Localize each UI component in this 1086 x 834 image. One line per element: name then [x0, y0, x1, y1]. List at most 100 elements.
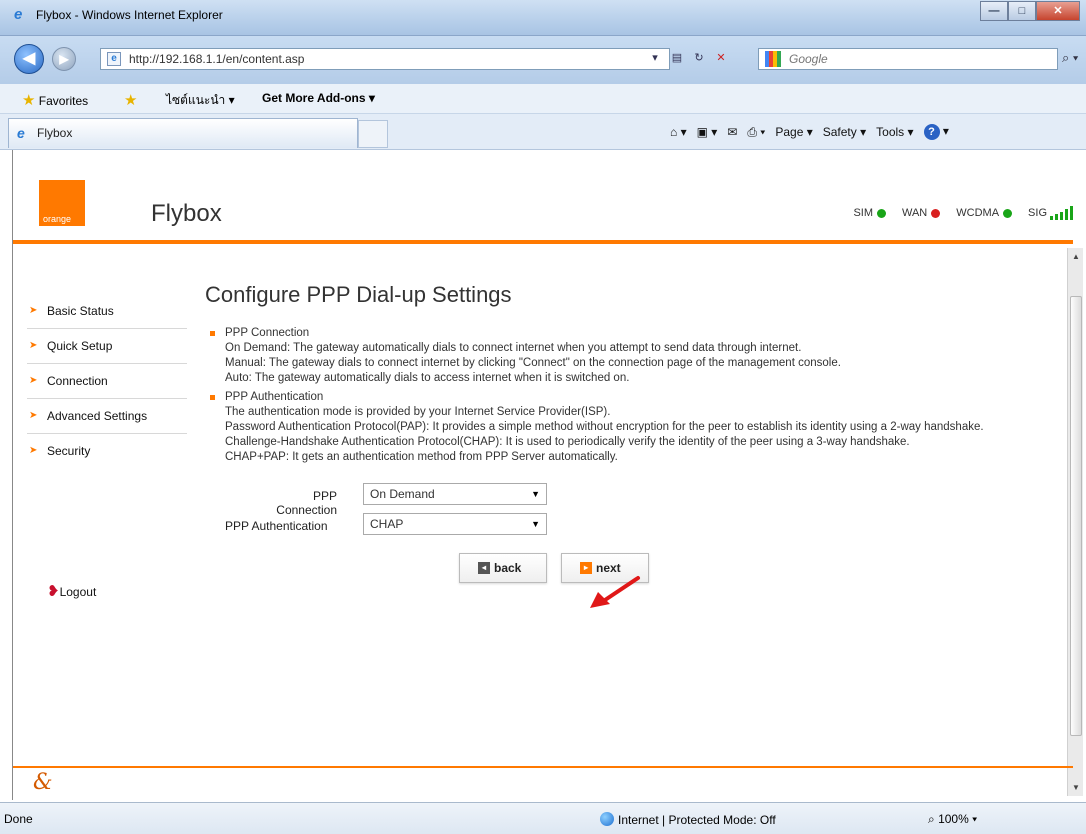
ppp-connection-select[interactable]: On Demand ▼ [363, 483, 547, 505]
arrow-icon: ➤ [29, 410, 38, 421]
feeds-icon[interactable]: ▣ ▾ [697, 125, 718, 139]
dropdown-arrow-icon[interactable]: ▾ [646, 48, 664, 68]
home-icon[interactable]: ⌂ ▾ [670, 125, 687, 139]
bullet-icon [210, 395, 215, 400]
page-menu[interactable]: Page ▾ [775, 125, 812, 139]
info-line: Challenge-Handshake Authentication Proto… [225, 436, 910, 448]
fav-item-addons[interactable]: Get More Add-ons ▾ [262, 91, 375, 105]
command-bar: ⌂ ▾ ▣ ▾ ✉ ⎙ ▾ Page ▾ Safety ▾ Tools ▾ ? … [670, 124, 949, 140]
refresh-icon[interactable]: ↻ [690, 48, 708, 68]
forward-nav-button[interactable]: ▶ [52, 47, 76, 71]
back-nav-button[interactable]: ◀ [14, 44, 44, 74]
ie-tab-icon: e [17, 125, 25, 141]
sim-led-icon [877, 208, 886, 218]
status-text: Done [4, 812, 33, 826]
info-line: Manual: The gateway dials to connect int… [225, 357, 841, 369]
info-line: Auto: The gateway automatically dials to… [225, 372, 630, 384]
page-scrollbar[interactable]: ▲ ▼ [1067, 248, 1083, 796]
page-title: Configure PPP Dial-up Settings [205, 282, 512, 307]
sidebar-nav: ➤ Basic Status ➤ Quick Setup ➤ Connection ➤… [27, 294, 187, 469]
logout-link[interactable]: ❥Logout [47, 582, 96, 600]
ie-logo-icon: e [14, 6, 23, 23]
status-bar: Done Internet | Protected Mode: Off ⌕ 10… [0, 802, 1086, 834]
section-ppp-connection: PPP Connection On Demand: The gateway au… [205, 326, 1045, 386]
orange-ampersand-logo: & [33, 770, 53, 795]
signal-bars-icon [1050, 206, 1073, 220]
new-tab-button[interactable] [358, 120, 388, 148]
address-text: http://192.168.1.1/en/content.asp [129, 52, 305, 66]
zoom-level[interactable]: ⌕ 100% ▾ [928, 812, 977, 827]
tools-menu[interactable]: Tools ▾ [876, 125, 913, 139]
ppp-connection-row: PPP Connection On Demand ▼ [225, 483, 1045, 517]
back-button[interactable]: ◂ back [459, 553, 547, 583]
security-zone[interactable]: Internet | Protected Mode: Off [600, 812, 776, 827]
safety-menu[interactable]: Safety ▾ [823, 125, 866, 139]
indicator-sig: SIG [1028, 206, 1073, 220]
sidebar-item-basic-status[interactable]: ➤ Basic Status [27, 294, 187, 329]
help-icon[interactable]: ? ▾ [923, 124, 949, 140]
favorites-bar: ★ Favorites ★ ไซต์แนะนำ ▾ Get More Add-o… [0, 84, 1086, 114]
indicator-wcdma: WCDMA [956, 207, 1013, 219]
chevron-down-icon: ▼ [531, 519, 540, 529]
favorites-label: Favorites [38, 94, 89, 108]
info-line: CHAP+PAP: It gets an authentication meth… [225, 451, 618, 463]
tab-label: Flybox [37, 126, 73, 140]
ppp-authentication-select[interactable]: CHAP ▼ [363, 513, 547, 535]
add-favorites-icon[interactable]: ★ [124, 91, 137, 109]
bullet-icon [210, 331, 215, 336]
ppp-authentication-row: PPP Authentication CHAP ▼ [225, 513, 1045, 543]
arrow-icon: ➤ [29, 305, 38, 316]
status-indicators: SIM WAN WCDMA SIG [853, 206, 1073, 220]
sidebar-item-quick-setup[interactable]: ➤ Quick Setup [27, 329, 187, 364]
window-controls: — □ ✕ [980, 1, 1080, 21]
indicator-wan: WAN [902, 207, 941, 219]
minimize-button[interactable]: — [980, 1, 1008, 21]
chevron-down-icon: ▼ [531, 489, 540, 499]
star-icon: ★ [22, 92, 36, 109]
section-heading: PPP Authentication [225, 391, 324, 403]
scroll-thumb[interactable] [1070, 296, 1082, 736]
window-title: Flybox - Windows Internet Explorer [36, 8, 223, 22]
section-ppp-authentication: PPP Authentication The authentication mo… [205, 390, 1045, 465]
wan-led-icon [931, 208, 941, 218]
arrow-icon: ➤ [29, 445, 38, 456]
site-header: orange Flybox SIM WAN WCDMA SIG [13, 150, 1073, 244]
ppp-authentication-label: PPP Authentication [225, 519, 328, 533]
google-icon [765, 51, 781, 67]
search-placeholder: Google [789, 52, 828, 66]
print-icon[interactable]: ⎙ ▾ [747, 125, 765, 140]
main-content: Configure PPP Dial-up Settings PPP Conne… [205, 282, 1045, 593]
sidebar-item-connection[interactable]: ➤ Connection [27, 364, 187, 399]
close-button[interactable]: ✕ [1036, 1, 1080, 21]
fav-item-recommended[interactable]: ไซต์แนะนำ ▾ [166, 91, 235, 110]
compatibility-icon[interactable]: ▤ [668, 48, 686, 68]
brand-title: Flybox [151, 200, 222, 227]
tab-bar: e Flybox ⌂ ▾ ▣ ▾ ✉ ⎙ ▾ Page ▾ Safety ▾ T… [0, 114, 1086, 150]
globe-icon [600, 812, 614, 826]
address-tools: ▾ ▤ ↻ ✕ [646, 48, 730, 68]
arrow-icon: ➤ [29, 375, 38, 386]
logout-icon: ❥ [47, 583, 60, 600]
arrow-icon: ➤ [29, 340, 38, 351]
search-input[interactable]: Google [758, 48, 1058, 70]
back-icon: ◂ [478, 562, 490, 574]
sidebar-item-advanced-settings[interactable]: ➤ Advanced Settings [27, 399, 187, 434]
favorites-button[interactable]: ★ Favorites [22, 91, 88, 109]
address-bar[interactable]: e http://192.168.1.1/en/content.asp [100, 48, 670, 70]
site-footer: & [13, 766, 1073, 800]
tab-flybox[interactable]: e Flybox [8, 118, 358, 148]
sidebar-item-security[interactable]: ➤ Security [27, 434, 187, 469]
page-icon: e [107, 52, 121, 66]
mail-icon[interactable]: ✉ [727, 125, 737, 139]
maximize-button[interactable]: □ [1008, 1, 1036, 21]
search-icon[interactable]: ⌕ ▾ [1062, 50, 1078, 66]
stop-icon[interactable]: ✕ [712, 48, 730, 68]
next-icon: ▸ [580, 562, 592, 574]
help-text: PPP Connection On Demand: The gateway au… [205, 326, 1045, 465]
info-line: Password Authentication Protocol(PAP): I… [225, 421, 984, 433]
window-titlebar: e Flybox - Windows Internet Explorer — □… [0, 0, 1086, 36]
wcdma-led-icon [1003, 208, 1013, 218]
web-page: orange Flybox SIM WAN WCDMA SIG ➤ Basic S… [12, 150, 1083, 800]
navigation-bar: ◀ ▶ e http://192.168.1.1/en/content.asp … [0, 36, 1086, 84]
red-arrow-annotation [590, 576, 640, 608]
